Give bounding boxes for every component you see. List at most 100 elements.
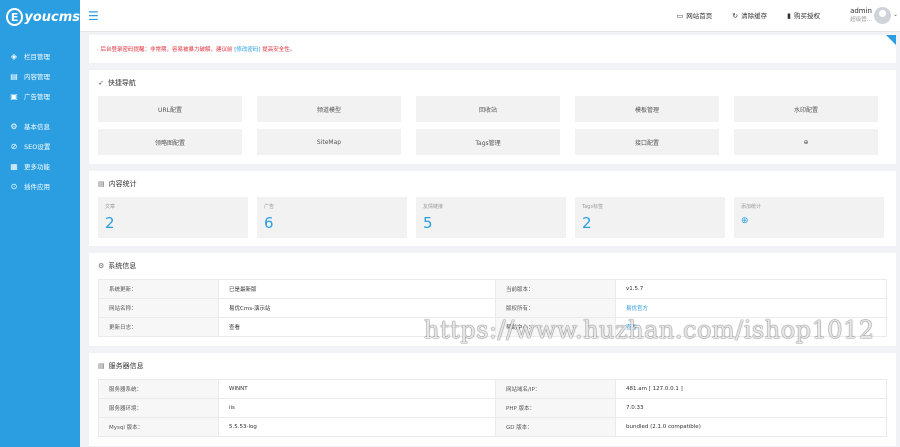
row-key: 系统更新： — [98, 279, 219, 299]
table-row: Mysql 版本： 5.5.53-log GD 版本： bundled (2.1.0 … — [98, 417, 887, 437]
stat-card[interactable]: 友情链接 5 — [416, 197, 566, 238]
sidebar-item[interactable]: ⊙ 插件应用 — [0, 176, 80, 196]
row-value: v1.5.7 — [615, 279, 887, 299]
stat-label: 添加统计 — [741, 204, 762, 210]
seo-icon: ⊘ — [10, 141, 18, 151]
document-icon: ▤ — [10, 71, 18, 81]
quick-nav-button[interactable]: 回收站 — [416, 96, 560, 122]
stats-card: ▤ 内容统计 文章 2 广告 6 友情链接 5 Tags标签 2 添加统计 ⊕ — [89, 171, 896, 246]
sidebar-item[interactable]: ⚙ 基本信息 — [0, 116, 80, 136]
quick-nav-button[interactable]: SiteMap — [257, 129, 401, 155]
sidebar-item-label: 更多功能 — [24, 163, 50, 171]
quick-nav-button[interactable]: 接口配置 — [575, 129, 719, 155]
sidebar-group-main: ◈ 栏目管理 ▤ 内容管理 ▣ 广告管理 — [0, 46, 80, 106]
sidebar-item[interactable]: ◈ 栏目管理 — [0, 46, 80, 66]
table-row: 服务器环境： iis PHP 版本： 7.0.33 — [98, 398, 887, 418]
row-key: GD 版本： — [495, 417, 616, 437]
system-title-text: 系统信息 — [108, 262, 137, 270]
quick-nav-button[interactable]: 模板管理 — [575, 96, 719, 122]
sidebar-item-label: 插件应用 — [24, 183, 50, 191]
sidebar-item[interactable]: ▣ 广告管理 — [0, 86, 80, 106]
server-icon: ▤ — [98, 362, 105, 370]
header-links: ▭ 网站首页 ↻ 清除缓存 ▮ 购买授权 — [677, 10, 820, 20]
quick-nav-button[interactable]: Tags管理 — [416, 129, 560, 155]
sidebar-item-label: 广告管理 — [24, 93, 50, 101]
sidebar-item-label: SEO设置 — [24, 143, 51, 151]
logo[interactable]: E youcms — [0, 0, 80, 34]
stats-grid: 文章 2 广告 6 友情链接 5 Tags标签 2 添加统计 ⊕ — [98, 197, 887, 246]
logo-text: youcms — [24, 9, 80, 25]
gear-icon: ⚙ — [98, 262, 105, 270]
stat-label: 广告 — [264, 204, 275, 210]
stat-label: 友情链接 — [423, 204, 444, 210]
table-row: 网站名称： 易优Cms-演示站 版权所有： 易优官方 — [98, 298, 887, 318]
stats-title: ▤ 内容统计 — [98, 171, 887, 197]
quick-nav-title-text: 快捷导航 — [107, 79, 136, 87]
row-key: Mysql 版本： — [98, 417, 219, 437]
gear-icon: ⚙ — [10, 121, 18, 131]
plugin-icon: ⊙ — [10, 181, 18, 191]
row-value: bundled (2.1.0 compatible) — [615, 417, 887, 437]
quick-nav-card: ➶ 快捷导航 URL配置 频道模型 回收站 模板管理 水印配置领略图配置 SiteMap T… — [89, 70, 896, 164]
sidebar-item[interactable]: ⊘ SEO设置 — [0, 136, 80, 156]
send-icon: ➶ — [98, 79, 104, 87]
server-title: ▤ 服务器信息 — [98, 353, 887, 379]
add-shortcut-button[interactable]: ⊕ — [734, 129, 878, 155]
header-link[interactable]: ↻ 清除缓存 — [732, 10, 767, 20]
quick-nav-grid: URL配置 频道模型 回收站 模板管理 水印配置领略图配置 SiteMap Tags管理 接口… — [98, 96, 887, 164]
row-value: 已是最新版 — [218, 279, 496, 299]
menu-toggle-icon[interactable]: ☰ — [88, 9, 99, 23]
grid-icon: ▦ — [10, 161, 18, 171]
user-role: 超级管... — [850, 17, 872, 23]
row-value: 5.5.53-log — [218, 417, 496, 437]
row-key: 更新日志： — [98, 317, 219, 337]
sidebar-item[interactable]: ▦ 更多功能 — [0, 156, 80, 176]
stat-card[interactable]: 文章 2 — [98, 197, 248, 238]
stat-card[interactable]: Tags标签 2 — [575, 197, 725, 238]
row-key: 服务器环境： — [98, 398, 219, 418]
row-value[interactable]: 易优官方 — [615, 298, 887, 318]
quick-nav-button[interactable]: 水印配置 — [734, 96, 878, 122]
header-link[interactable]: ▮ 购买授权 — [787, 10, 820, 20]
plus-circle-icon: ⊕ — [741, 216, 749, 226]
quick-nav-title: ➶ 快捷导航 — [98, 70, 887, 96]
monitor-icon: ▭ — [676, 12, 684, 20]
stat-card[interactable]: 广告 6 — [257, 197, 407, 238]
notice-text: · 后台登录密码提醒：非常期，容易被暴力破解，建议前 — [97, 47, 233, 53]
user-name: admin — [850, 7, 872, 15]
stat-value: 6 — [264, 214, 274, 232]
avatar[interactable] — [874, 7, 891, 24]
row-value: 易优Cms-演示站 — [218, 298, 496, 318]
top-header: ☰ ▭ 网站首页 ↻ 清除缓存 ▮ 购买授权 admin 超级管... ⌄ — [80, 0, 900, 32]
stat-value: 5 — [423, 214, 433, 232]
watermark: https://www.huzhan.com/ishop1012 — [424, 316, 875, 344]
plus-circle-icon: ⊕ — [803, 138, 809, 146]
change-password-link[interactable]: [修改密码] — [234, 47, 260, 53]
header-link[interactable]: ▭ 网站首页 — [677, 10, 713, 20]
row-value: iis — [218, 398, 496, 418]
security-notice: · 后台登录密码提醒：非常期，容易被暴力破解，建议前 [修改密码] 提高安全性。 — [89, 35, 896, 63]
sidebar-item[interactable]: ▤ 内容管理 — [0, 66, 80, 86]
server-info-card: ▤ 服务器信息 服务器系统： WINNT 网站域名/IP： 481.am [ 127.… — [89, 353, 896, 446]
layers-icon: ◈ — [10, 51, 18, 61]
stats-title-text: 内容统计 — [108, 180, 137, 188]
row-key: 当前版本： — [495, 279, 616, 299]
header-link-label: 购买授权 — [794, 12, 820, 20]
header-link-label: 清除缓存 — [741, 12, 768, 20]
add-stat-card[interactable]: 添加统计 ⊕ — [734, 197, 884, 238]
user-info[interactable]: admin 超级管... — [850, 7, 872, 25]
quick-nav-button[interactable]: 频道模型 — [257, 96, 401, 122]
bookmark-icon: ▮ — [787, 12, 791, 20]
main-content: · 后台登录密码提醒：非常期，容易被暴力破解，建议前 [修改密码] 提高安全性。… — [89, 32, 896, 446]
row-key: PHP 版本： — [495, 398, 616, 418]
system-title: ⚙ 系统信息 — [98, 253, 887, 279]
quick-nav-button[interactable]: 领略图配置 — [98, 129, 242, 155]
chevron-down-icon[interactable]: ⌄ — [893, 11, 898, 18]
logo-mark: E — [6, 8, 24, 26]
quick-nav-button[interactable]: URL配置 — [98, 96, 242, 122]
stat-value: 2 — [105, 214, 115, 232]
refresh-icon: ↻ — [732, 12, 739, 20]
sidebar-item-label: 内容管理 — [24, 73, 50, 81]
table-row: 系统更新： 已是最新版 当前版本： v1.5.7 — [98, 279, 887, 299]
sidebar-item-label: 栏目管理 — [24, 53, 50, 61]
